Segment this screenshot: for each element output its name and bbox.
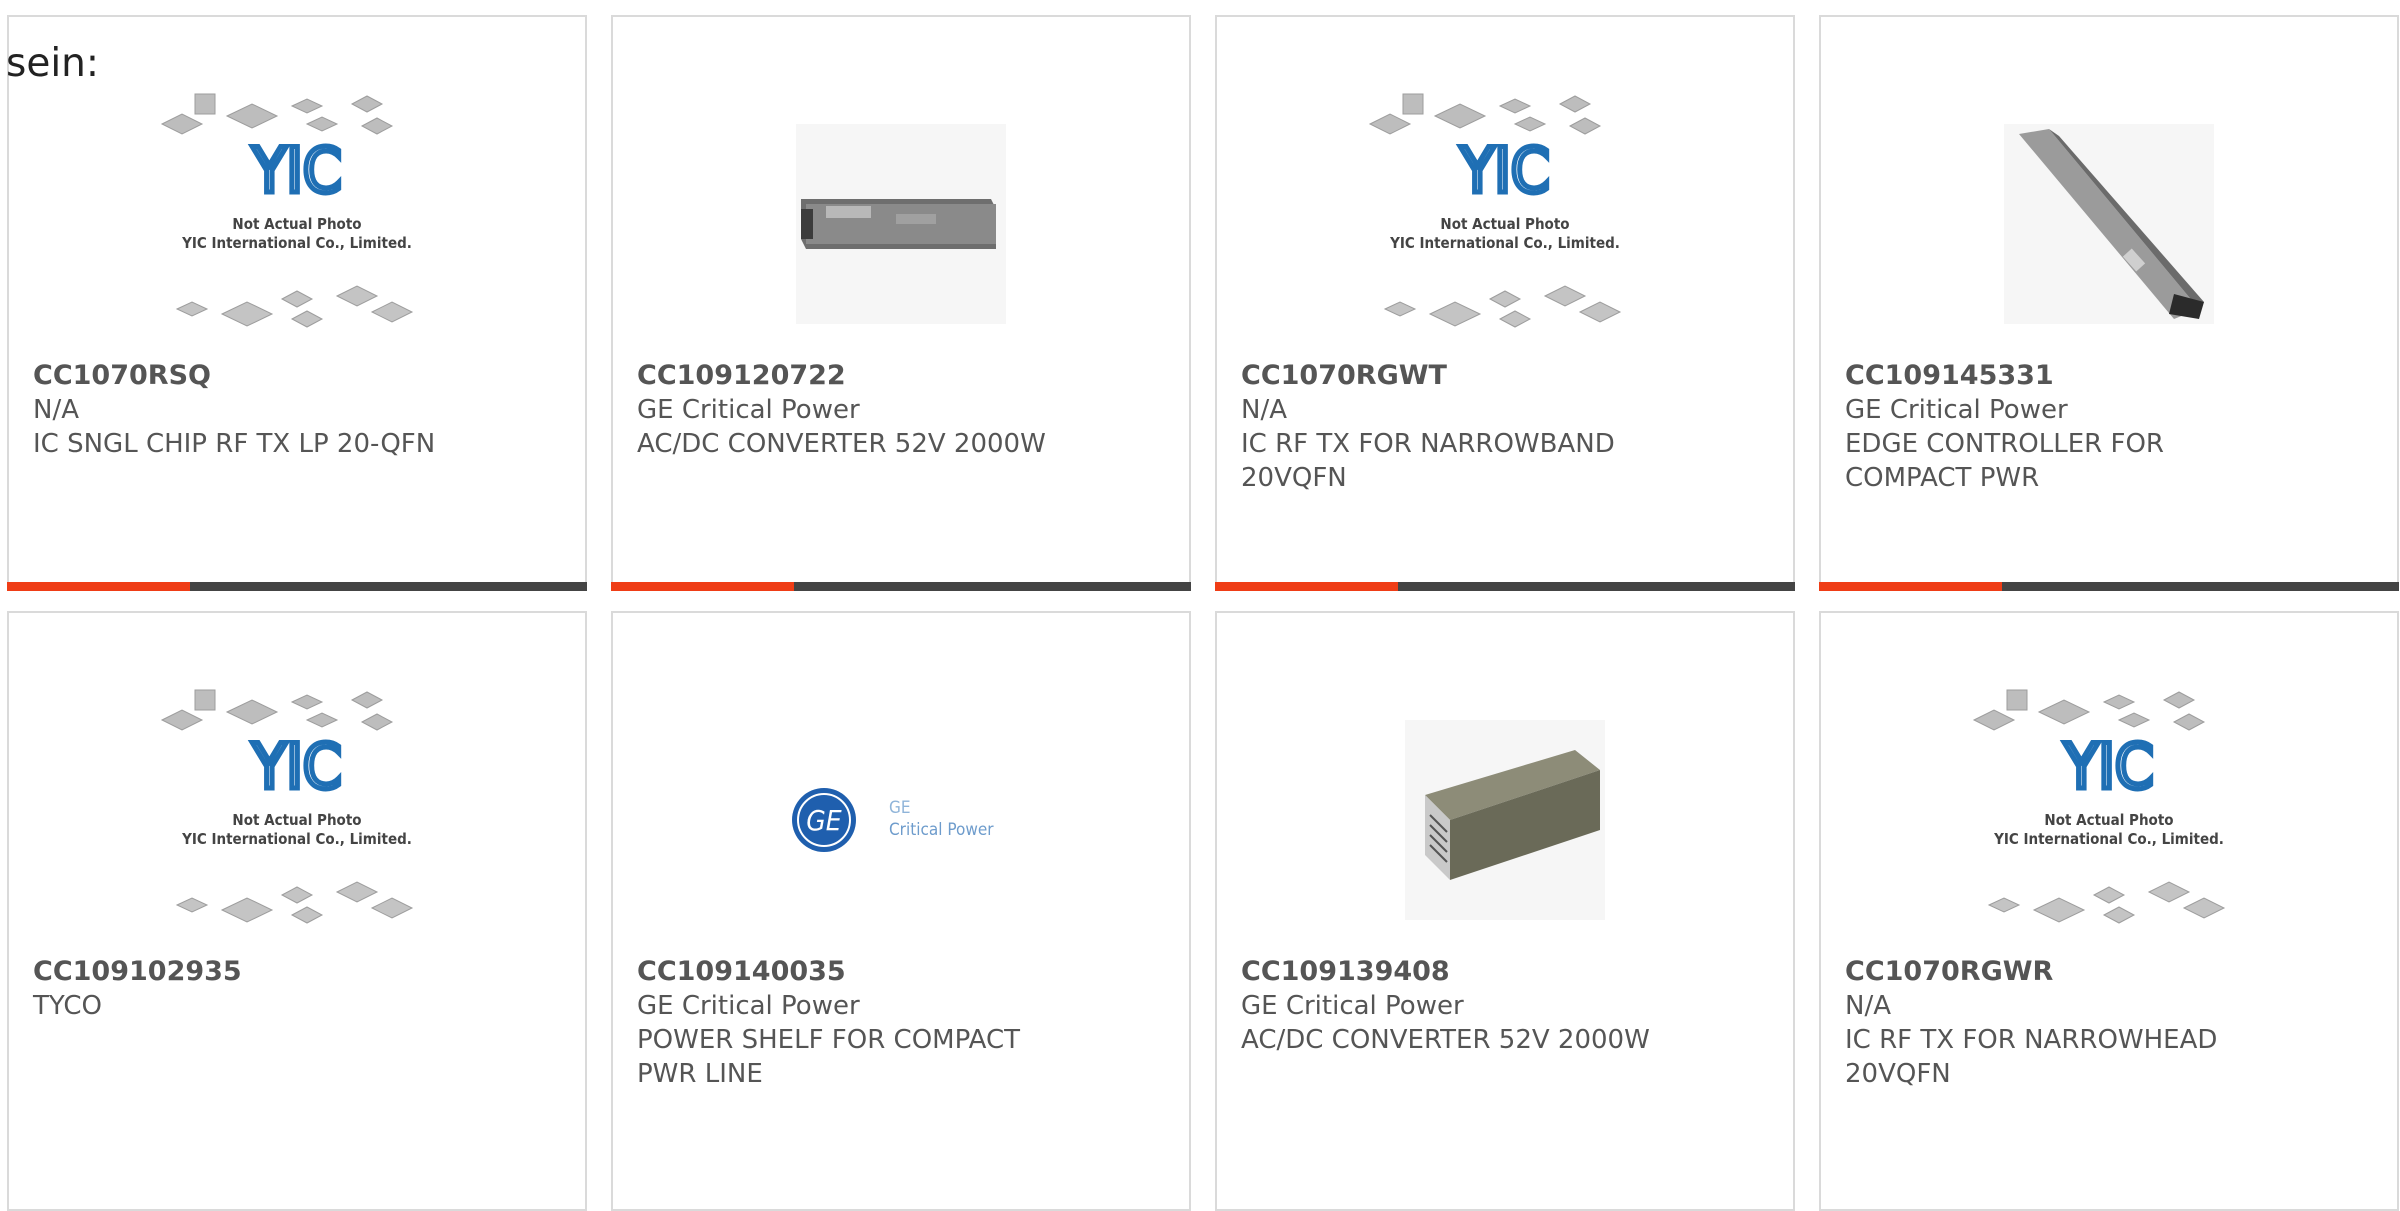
placeholder-line-1: Not Actual Photo <box>2044 811 2173 829</box>
manufacturer: GE Critical Power <box>637 395 860 425</box>
ge-logo-line-2: Critical Power <box>889 820 994 840</box>
part-number[interactable]: CC109139408 <box>1241 955 1773 989</box>
edge-controller-photo <box>1821 79 2397 369</box>
manufacturer: TYCO <box>33 991 102 1021</box>
product-grid: YIC Not Actual Photo YIC International C… <box>7 15 2399 1211</box>
description: IC RF TX FOR NARROWBAND <box>1241 429 1615 459</box>
yic-brand-text: YIC <box>251 134 341 207</box>
part-number[interactable]: CC1070RGWT <box>1241 359 1773 393</box>
placeholder-line-2: YIC International Co., Limited. <box>1993 830 2224 848</box>
yic-placeholder-image: YIC Not Actual Photo YIC International C… <box>9 79 585 369</box>
part-number[interactable]: CC109120722 <box>637 359 1169 393</box>
part-number[interactable]: CC1070RGWR <box>1845 955 2377 989</box>
yic-placeholder-image: YIC Not Actual Photo YIC International C… <box>1821 675 2397 965</box>
product-info: CC109120722 GE Critical Power AC/DC CONV… <box>637 359 1169 461</box>
product-info: CC1070RSQ N/A IC SNGL CHIP RF TX LP 20-Q… <box>33 359 565 461</box>
manufacturer: N/A <box>33 395 79 425</box>
description: IC RF TX FOR NARROWHEAD <box>1845 1025 2218 1055</box>
product-card[interactable]: YIC Not Actual Photo YIC International C… <box>1819 611 2399 1211</box>
ge-monogram: GE <box>806 804 842 837</box>
product-card[interactable]: GE GE Critical Power CC109140035 GE Crit… <box>611 611 1191 1211</box>
description: AC/DC CONVERTER 52V 2000W <box>637 429 1046 459</box>
product-info: CC1070RGWT N/A IC RF TX FOR NARROWBAND 2… <box>1241 359 1773 495</box>
product-info: CC109102935 TYCO <box>33 955 565 1023</box>
description: POWER SHELF FOR COMPACT <box>637 1025 1020 1055</box>
description-cont: PWR LINE <box>637 1059 763 1089</box>
placeholder-line-1: Not Actual Photo <box>232 215 361 233</box>
product-info: CC109140035 GE Critical Power POWER SHEL… <box>637 955 1169 1091</box>
placeholder-line-2: YIC International Co., Limited. <box>1389 234 1620 252</box>
description: AC/DC CONVERTER 52V 2000W <box>1241 1025 1650 1055</box>
product-info: CC109145331 GE Critical Power EDGE CONTR… <box>1845 359 2377 495</box>
card-accent-bar <box>611 582 1191 591</box>
yic-placeholder-image: YIC Not Actual Photo YIC International C… <box>9 675 585 965</box>
part-number[interactable]: CC109102935 <box>33 955 565 989</box>
description-cont: COMPACT PWR <box>1845 463 2040 493</box>
manufacturer: GE Critical Power <box>1845 395 2068 425</box>
manufacturer: GE Critical Power <box>637 991 860 1021</box>
part-number[interactable]: CC1070RSQ <box>33 359 565 393</box>
part-number[interactable]: CC109140035 <box>637 955 1169 989</box>
product-info: CC109139408 GE Critical Power AC/DC CONV… <box>1241 955 1773 1057</box>
part-number[interactable]: CC109145331 <box>1845 359 2377 393</box>
placeholder-line-2: YIC International Co., Limited. <box>181 830 412 848</box>
description: EDGE CONTROLLER FOR <box>1845 429 2164 459</box>
card-accent-bar <box>7 582 587 591</box>
manufacturer: N/A <box>1241 395 1287 425</box>
description: IC SNGL CHIP RF TX LP 20-QFN <box>33 429 436 459</box>
product-card[interactable]: CC109139408 GE Critical Power AC/DC CONV… <box>1215 611 1795 1211</box>
product-card[interactable]: YIC Not Actual Photo YIC International C… <box>7 611 587 1211</box>
product-card[interactable]: YIC Not Actual Photo YIC International C… <box>7 15 587 591</box>
description-cont: 20VQFN <box>1241 463 1347 493</box>
product-card[interactable]: CC109145331 GE Critical Power EDGE CONTR… <box>1819 15 2399 591</box>
product-card[interactable]: YIC Not Actual Photo YIC International C… <box>1215 15 1795 591</box>
manufacturer: N/A <box>1845 991 1891 1021</box>
product-info: CC1070RGWR N/A IC RF TX FOR NARROWHEAD 2… <box>1845 955 2377 1091</box>
yic-brand-text: YIC <box>1459 134 1549 207</box>
power-supply-photo <box>613 79 1189 369</box>
ge-logo-image: GE GE Critical Power <box>613 675 1189 965</box>
yic-brand-text: YIC <box>2063 730 2153 803</box>
intro-text: sein: <box>6 41 100 86</box>
product-card[interactable]: CC109120722 GE Critical Power AC/DC CONV… <box>611 15 1191 591</box>
manufacturer: GE Critical Power <box>1241 991 1464 1021</box>
yic-placeholder-image: YIC Not Actual Photo YIC International C… <box>1217 79 1793 369</box>
placeholder-line-1: Not Actual Photo <box>232 811 361 829</box>
placeholder-line-2: YIC International Co., Limited. <box>181 234 412 252</box>
card-accent-bar <box>1819 582 2399 591</box>
card-accent-bar <box>1215 582 1795 591</box>
placeholder-line-1: Not Actual Photo <box>1440 215 1569 233</box>
ge-logo-line-1: GE <box>889 798 911 818</box>
description-cont: 20VQFN <box>1845 1059 1951 1089</box>
yic-brand-text: YIC <box>251 730 341 803</box>
converter-module-photo <box>1217 675 1793 965</box>
